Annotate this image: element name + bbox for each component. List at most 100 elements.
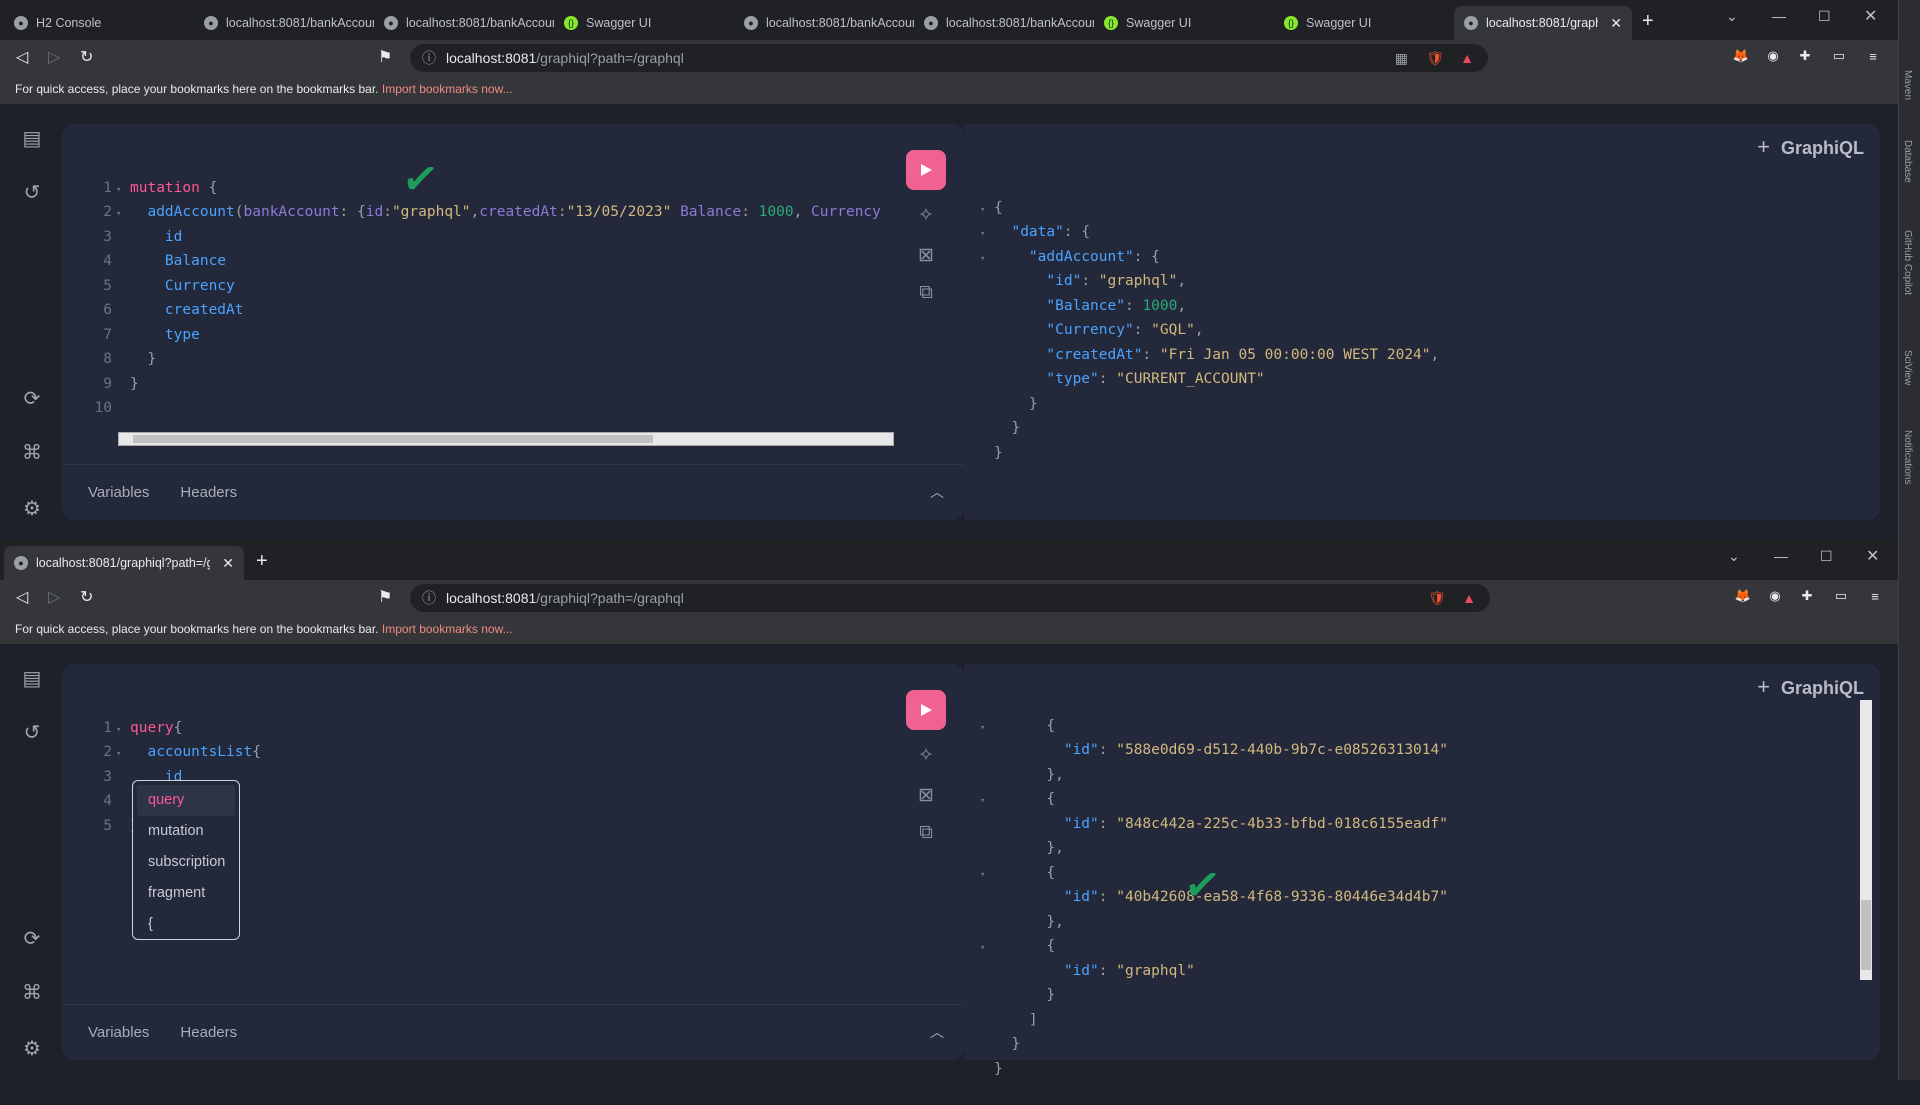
query-editor-pane: 1▾query{ 2▾ accountsList{ 3 id 4 } 5 } q… [62, 664, 964, 1060]
brave-shield-icon[interactable]: 🛡 [1426, 50, 1444, 67]
swagger-icon: {} [1284, 16, 1298, 30]
bookmark-icon[interactable]: ⚑ [378, 587, 392, 607]
window-close-button[interactable]: ✕ [1866, 546, 1879, 566]
tab-graphiql-bottom[interactable]: ● localhost:8081/graphiql?path=/gr ✕ [4, 546, 244, 580]
import-bookmarks-link[interactable]: Import bookmarks now... [382, 622, 513, 636]
maximize-button[interactable]: ☐ [1820, 548, 1833, 565]
new-tab-button[interactable]: + [1642, 10, 1654, 33]
window-close-button[interactable]: ✕ [1864, 6, 1877, 26]
play-icon [921, 164, 932, 176]
copy-icon[interactable]: ⧉ [914, 282, 938, 304]
rail-item-maven[interactable]: Maven [1902, 70, 1913, 100]
tab-bankaccount-3[interactable]: ● localhost:8081/bankAccoun [734, 10, 914, 36]
history-icon[interactable]: ↺ [20, 720, 44, 745]
refetch-schema-icon[interactable]: ⟳ [20, 926, 44, 951]
result-pane: + GraphiQL ▾ { "id": "588e0d69-d512-440b… [964, 664, 1880, 1077]
metamask-icon[interactable]: 🦊 [1734, 587, 1752, 605]
run-query-button[interactable] [906, 690, 946, 730]
forward-icon[interactable]: ▷ [48, 47, 60, 67]
run-query-button[interactable] [906, 150, 946, 190]
extension-circle-icon[interactable]: ◉ [1766, 587, 1784, 605]
minimize-button[interactable]: — [1772, 8, 1786, 24]
settings-icon[interactable]: ⚙ [20, 496, 44, 521]
back-icon[interactable]: ◁ [16, 47, 28, 67]
globe-icon: ● [204, 16, 218, 30]
tab-bankaccount-1[interactable]: ● localhost:8081/bankAccoun [194, 10, 374, 36]
puzzle-icon[interactable]: ✚ [1798, 587, 1816, 605]
tab-swagger-1[interactable]: {} Swagger UI [554, 10, 734, 36]
graphiql-logo: GraphiQL [1780, 138, 1864, 158]
address-bar[interactable]: ⓘ localhost:8081/graphiql?path=/graphql … [410, 584, 1490, 612]
docs-icon[interactable]: ▤ [20, 666, 44, 691]
tab-bankaccount-4[interactable]: ● localhost:8081/bankAccoun [914, 10, 1094, 36]
add-tab-button[interactable]: + [1757, 674, 1770, 700]
prettify-icon[interactable]: ✧ [914, 204, 938, 227]
back-icon[interactable]: ◁ [16, 587, 28, 607]
copy-icon[interactable]: ⧉ [914, 822, 938, 844]
prettify-icon[interactable]: ✧ [914, 744, 938, 767]
rail-item-copilot[interactable]: GitHub Copilot [1902, 230, 1913, 295]
history-icon[interactable]: ↺ [20, 180, 44, 205]
autocomplete-item[interactable]: query [137, 785, 235, 816]
rail-item-sciview[interactable]: SciView [1902, 350, 1913, 385]
menu-icon[interactable]: ≡ [1864, 47, 1882, 65]
tab-headers[interactable]: Headers [180, 1024, 237, 1041]
wallet-icon[interactable]: ▭ [1830, 47, 1848, 65]
forward-icon[interactable]: ▷ [48, 587, 60, 607]
query-editor[interactable]: 1 ▾ mutation { 2 ▾ addAccount(bankAccount: … [88, 154, 881, 442]
autocomplete-item[interactable]: fragment [137, 878, 235, 909]
autocomplete-item[interactable]: subscription [137, 847, 235, 878]
new-tab-button[interactable]: + [256, 550, 268, 573]
toolbar-bottom: ◁ ▷ ↻ ⚑ ⓘ localhost:8081/graphiql?path=/… [0, 580, 1898, 614]
close-icon[interactable]: ✕ [1610, 15, 1622, 32]
minimize-button[interactable]: — [1774, 548, 1788, 564]
rail-item-database[interactable]: Database [1902, 140, 1913, 183]
bookmark-icon[interactable]: ⚑ [378, 47, 392, 67]
autocomplete-item[interactable]: mutation [137, 816, 235, 847]
merge-fragments-icon[interactable]: ⊠ [914, 244, 938, 267]
merge-fragments-icon[interactable]: ⊠ [914, 784, 938, 807]
reload-icon[interactable]: ↻ [80, 587, 93, 607]
tab-bankaccount-2[interactable]: ● localhost:8081/bankAccoun [374, 10, 554, 36]
swagger-icon: {} [564, 16, 578, 30]
play-icon [921, 704, 932, 716]
rail-item-notifications[interactable]: Notifications [1902, 430, 1913, 484]
chevron-up-icon[interactable]: ︿ [930, 482, 944, 502]
globe-icon: ● [384, 16, 398, 30]
settings-icon[interactable]: ⚙ [20, 1036, 44, 1061]
graphiql-sidebar: ▤ ↺ ⟳ ⌘ ⚙ [0, 104, 62, 540]
import-bookmarks-link[interactable]: Import bookmarks now... [382, 82, 513, 96]
tab-variables[interactable]: Variables [88, 1024, 149, 1041]
add-tab-button[interactable]: + [1757, 134, 1770, 160]
vertical-scrollbar[interactable] [1860, 700, 1872, 980]
shortcuts-icon[interactable]: ⌘ [20, 980, 44, 1005]
tab-graphiql-active[interactable]: ●localhost:8081/graphiq✕ [1454, 6, 1632, 40]
extension-circle-icon[interactable]: ◉ [1764, 47, 1782, 65]
chevron-down-icon[interactable]: ⌄ [1726, 8, 1738, 25]
puzzle-icon[interactable]: ✚ [1796, 47, 1814, 65]
brave-shield-icon[interactable]: 🛡 [1428, 590, 1446, 607]
tab-h2-console[interactable]: ● H2 Console [4, 10, 194, 36]
qr-icon[interactable]: ▦ [1395, 50, 1408, 67]
tab-swagger-2[interactable]: {} Swagger UI [1094, 10, 1274, 36]
chevron-up-icon[interactable]: ︿ [930, 1022, 944, 1042]
brave-rewards-icon[interactable]: ▲ [1462, 590, 1476, 606]
address-bar[interactable]: ⓘ localhost:8081/graphiql?path=/graphql … [410, 44, 1488, 72]
wallet-icon[interactable]: ▭ [1832, 587, 1850, 605]
tab-swagger-3[interactable]: {} Swagger UI [1274, 10, 1454, 36]
maximize-button[interactable]: ☐ [1818, 8, 1831, 25]
metamask-icon[interactable]: 🦊 [1732, 47, 1750, 65]
reload-icon[interactable]: ↻ [80, 47, 93, 67]
tab-variables[interactable]: Variables [88, 484, 149, 501]
close-icon[interactable]: ✕ [222, 555, 234, 572]
autocomplete-item[interactable]: { [137, 909, 235, 940]
refetch-schema-icon[interactable]: ⟳ [20, 386, 44, 411]
horizontal-scrollbar[interactable] [118, 432, 894, 446]
brave-rewards-icon[interactable]: ▲ [1460, 50, 1474, 66]
docs-icon[interactable]: ▤ [20, 126, 44, 151]
tab-headers[interactable]: Headers [180, 484, 237, 501]
globe-icon: ● [744, 16, 758, 30]
menu-icon[interactable]: ≡ [1866, 587, 1884, 605]
chevron-down-icon[interactable]: ⌄ [1728, 548, 1740, 565]
shortcuts-icon[interactable]: ⌘ [20, 440, 44, 465]
